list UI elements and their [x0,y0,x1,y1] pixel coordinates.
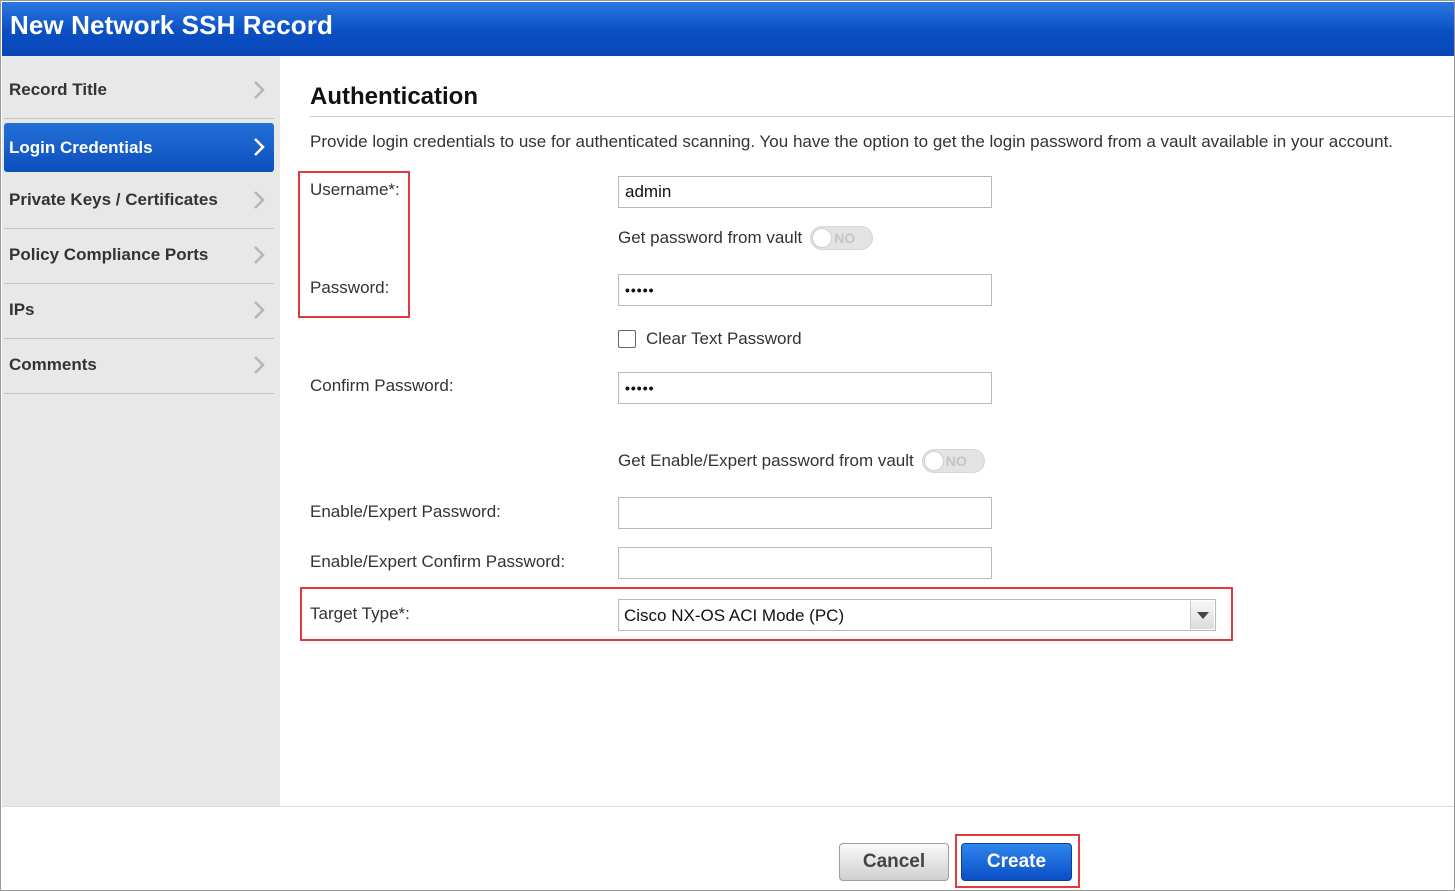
cancel-button[interactable]: Cancel [839,843,949,881]
dialog-footer: Cancel Create [2,806,1454,890]
sidebar-item-ips[interactable]: IPs [4,284,274,339]
chevron-right-icon [254,356,265,374]
section-divider [310,116,1454,117]
target-type-value: Cisco NX-OS ACI Mode (PC) [624,606,845,625]
sidebar-item-label: Policy Compliance Ports [9,245,209,264]
enable-confirm-password-label: Enable/Expert Confirm Password: [310,552,566,571]
chevron-right-icon [254,191,265,209]
chevron-down-icon [1197,612,1209,619]
section-description: Provide login credentials to use for aut… [310,132,1394,151]
enable-vault-label: Get Enable/Expert password from vault [618,451,914,470]
password-vault-toggle[interactable]: NO [810,226,874,250]
dialog-title: New Network SSH Record [10,10,333,40]
username-field[interactable]: admin [618,176,992,208]
sidebar-item-label: Login Credentials [9,138,153,157]
sidebar-nav: Record Title Login Credentials Private K… [2,56,280,806]
clear-text-checkbox[interactable] [618,330,636,348]
target-type-label: Target Type*: [310,604,410,623]
password-field[interactable]: ••••• [618,274,992,306]
dialog-window: New Network SSH Record Record Title Logi… [0,0,1455,891]
password-label: Password: [310,278,390,297]
section-title: Authentication [310,83,478,110]
sidebar-item-login-credentials[interactable]: Login Credentials [4,123,274,172]
confirm-password-label: Confirm Password: [310,376,454,395]
sidebar-item-label: IPs [9,300,35,319]
sidebar-item-comments[interactable]: Comments [4,339,274,394]
enable-password-label: Enable/Expert Password: [310,502,501,521]
enable-vault-toggle[interactable]: NO [921,449,985,473]
clear-text-row: Clear Text Password [618,329,802,349]
clear-text-label: Clear Text Password [646,329,802,348]
sidebar-item-label: Private Keys / Certificates [9,190,218,209]
enable-vault-row: Get Enable/Expert password from vault NO [618,449,985,473]
confirm-password-field[interactable]: ••••• [618,372,992,404]
enable-password-field[interactable] [618,497,992,529]
main-content: Authentication Provide login credentials… [280,56,1454,806]
dropdown-button[interactable] [1190,601,1214,629]
password-vault-row: Get password from vault NO [618,226,874,250]
sidebar-item-record-title[interactable]: Record Title [4,64,274,119]
chevron-right-icon [254,301,265,319]
toggle-state-text: NO [945,453,967,469]
sidebar-item-label: Record Title [9,80,107,99]
chevron-right-icon [254,246,265,264]
sidebar-item-label: Comments [9,355,97,374]
username-label: Username*: [310,180,400,199]
target-type-select[interactable]: Cisco NX-OS ACI Mode (PC) [618,599,1216,631]
password-vault-label: Get password from vault [618,228,803,247]
enable-confirm-password-field[interactable] [618,547,992,579]
toggle-knob [812,228,833,248]
sidebar-item-policy-compliance-ports[interactable]: Policy Compliance Ports [4,229,274,284]
toggle-state-text: NO [834,230,856,246]
create-button[interactable]: Create [961,843,1072,881]
sidebar-item-private-keys[interactable]: Private Keys / Certificates [4,174,274,229]
title-bar: New Network SSH Record [2,2,1454,56]
chevron-right-icon [254,81,265,99]
chevron-right-icon [254,138,265,156]
toggle-knob [923,451,944,471]
